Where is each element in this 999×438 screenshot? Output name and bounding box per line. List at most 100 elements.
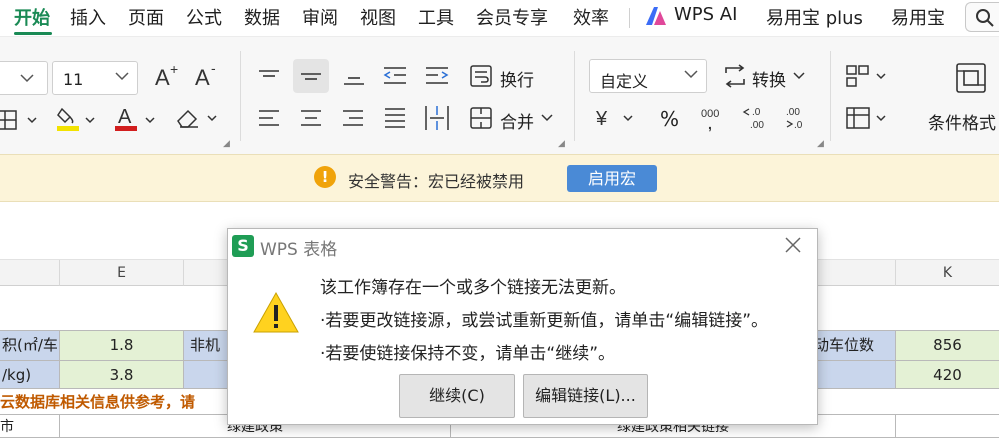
wps-ai-icon [644, 5, 668, 27]
align-right-icon[interactable] [339, 105, 367, 135]
tab-tools[interactable]: 工具 [418, 4, 454, 30]
percent-style-button[interactable]: % [660, 107, 679, 131]
svg-text:A: A [155, 65, 170, 89]
borders-icon[interactable] [0, 107, 40, 135]
table-cell[interactable] [896, 415, 999, 438]
link-update-dialog: S WPS 表格 该工作簿存在一个或多个链接无法更新。 ·若要更改链接源，或尝试… [227, 228, 818, 425]
merge-cells-icon[interactable] [469, 105, 495, 135]
dialog-message-line: ·若要使链接保持不变，请单击“继续”。 [320, 344, 616, 364]
chevron-down-icon [115, 72, 129, 81]
tab-review[interactable]: 审阅 [302, 4, 338, 30]
tab-separator [629, 8, 630, 28]
number-format-value: 自定义 [600, 72, 649, 91]
thousands-separator-icon[interactable]: 000, [700, 103, 726, 137]
table-cell[interactable]: 3.8 [60, 361, 184, 389]
group-separator [240, 51, 241, 141]
font-size-value: 11 [63, 70, 84, 89]
decrease-font-size-icon[interactable]: A- [194, 60, 222, 93]
table-cell[interactable]: 420 [896, 361, 999, 389]
clear-format-icon[interactable] [174, 105, 220, 135]
wrap-text-button[interactable]: 换行 [500, 66, 534, 91]
distributed-align-icon[interactable] [423, 103, 451, 137]
wrap-text-icon[interactable] [469, 63, 495, 93]
tab-efficiency[interactable]: 效率 [573, 4, 609, 30]
active-tab-underline [14, 32, 52, 35]
table-cell[interactable]: 积(㎡/车) [0, 331, 60, 361]
align-bottom-icon[interactable] [340, 63, 368, 93]
table-cell[interactable] [814, 361, 896, 389]
chevron-down-icon [684, 70, 698, 79]
column-header-k[interactable]: K [896, 260, 999, 286]
security-warning-bar: ! 安全警告：宏已经被禁用 启用宏 [0, 154, 999, 202]
svg-text:¥: ¥ [595, 108, 608, 130]
tab-data[interactable]: 数据 [244, 4, 280, 30]
font-size-combo[interactable]: 11 [52, 61, 138, 95]
align-center-icon[interactable] [297, 105, 325, 135]
tab-view[interactable]: 视图 [360, 4, 396, 30]
svg-text:.00: .00 [786, 107, 800, 118]
justify-icon[interactable] [381, 105, 409, 135]
warning-icon: ! [314, 166, 336, 188]
svg-text:-: - [211, 63, 216, 76]
merge-cells-button[interactable]: 合并 [500, 108, 534, 133]
tab-member[interactable]: 会员专享 [476, 4, 548, 30]
tab-yiyongbao[interactable]: 易用宝 [891, 4, 945, 30]
search-icon[interactable] [965, 2, 999, 32]
increase-font-size-icon[interactable]: A + [154, 61, 182, 93]
svg-text:+: + [170, 63, 178, 77]
table-cell[interactable]: 市 [0, 415, 60, 438]
table-format-icon[interactable] [845, 105, 891, 135]
cell-styles-icon[interactable] [845, 63, 891, 93]
column-header[interactable] [0, 260, 60, 286]
dialog-message-line: ·若要更改链接源，或尝试重新更新值，请单击“编辑链接”。 [320, 311, 769, 331]
dialog-title: WPS 表格 [260, 240, 338, 260]
table-cell[interactable]: 动车位数 [814, 331, 896, 361]
svg-text:A: A [195, 65, 210, 89]
close-icon[interactable] [783, 235, 803, 255]
table-cell[interactable]: /kg) [0, 361, 60, 389]
edit-links-button[interactable]: 编辑链接(L)... [523, 374, 648, 418]
font-color-icon[interactable]: A [114, 103, 158, 137]
align-left-icon[interactable] [255, 105, 283, 135]
security-warning-text: 安全警告：宏已经被禁用 [348, 172, 525, 191]
chevron-down-icon[interactable] [541, 114, 553, 122]
font-name-combo[interactable] [0, 61, 48, 95]
convert-button[interactable]: 转换 [752, 66, 786, 91]
tab-formulas[interactable]: 公式 [186, 4, 222, 30]
table-cell[interactable]: 1.8 [60, 331, 184, 361]
dialog-message-line: 该工作簿存在一个或多个链接无法更新。 [320, 278, 626, 298]
conditional-format-icon[interactable] [954, 61, 988, 99]
wps-spreadsheet-icon: S [232, 235, 254, 257]
decrease-decimal-icon[interactable]: .00.0 [784, 103, 812, 137]
group-separator [830, 51, 831, 141]
enable-macros-button[interactable]: 启用宏 [567, 165, 657, 192]
group-separator [574, 51, 575, 141]
font-dialog-launcher-icon[interactable]: ◢ [223, 139, 230, 149]
tab-wps-ai[interactable]: WPS AI [674, 4, 737, 25]
warning-triangle-icon [252, 291, 300, 335]
column-header-e[interactable]: E [60, 260, 184, 286]
continue-button[interactable]: 继续(C) [399, 374, 515, 418]
tab-home[interactable]: 开始 [14, 4, 50, 30]
ribbon-toolbar: 11 A + A- A ◢ 换行 合并 ◢ 自定义 转换 ¥ % 000 , .… [0, 36, 999, 154]
align-top-icon[interactable] [255, 63, 283, 93]
svg-text:.0: .0 [752, 107, 761, 118]
increase-indent-icon[interactable] [424, 63, 452, 93]
align-middle-icon[interactable] [293, 59, 329, 93]
decrease-indent-icon[interactable] [382, 63, 410, 93]
svg-text:A: A [118, 106, 132, 128]
tab-page[interactable]: 页面 [128, 4, 164, 30]
tab-yiyongbao-plus[interactable]: 易用宝 plus [766, 4, 863, 30]
convert-icon[interactable] [722, 63, 748, 93]
fill-color-icon[interactable] [56, 103, 100, 137]
number-dialog-launcher-icon[interactable]: ◢ [817, 139, 824, 149]
currency-icon[interactable]: ¥ [594, 105, 638, 135]
table-cell[interactable]: 856 [896, 331, 999, 361]
tab-insert[interactable]: 插入 [70, 4, 106, 30]
svg-text:.00: .00 [750, 120, 764, 131]
alignment-dialog-launcher-icon[interactable]: ◢ [558, 139, 565, 149]
chevron-down-icon[interactable] [793, 72, 805, 80]
increase-decimal-icon[interactable]: .0.00 [742, 103, 770, 137]
number-format-combo[interactable]: 自定义 [589, 59, 707, 93]
conditional-format-button[interactable]: 条件格式 [928, 109, 996, 134]
